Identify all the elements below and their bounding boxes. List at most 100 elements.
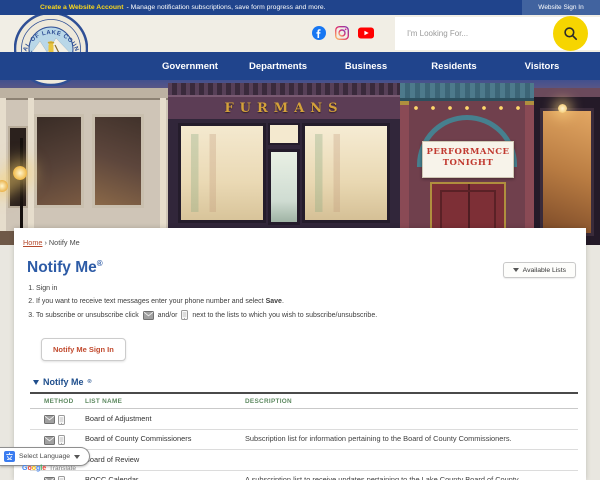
step-2-text: If you want to receive text messages ent… — [36, 298, 266, 306]
column-header-list-name: LIST NAME — [85, 398, 123, 405]
sms-subscribe-icon[interactable] — [58, 435, 65, 445]
email-subscribe-icon[interactable] — [44, 476, 55, 480]
page-title: Notify Me® — [27, 259, 576, 277]
sms-subscribe-icon[interactable] — [58, 414, 65, 425]
nav-departments[interactable]: Departments — [234, 61, 322, 72]
site-search — [395, 16, 600, 51]
email-subscribe-icon[interactable] — [44, 435, 55, 445]
method-cell — [30, 434, 85, 445]
breadcrumb-separator: › — [44, 238, 47, 247]
step-1-text: Sign in — [36, 285, 58, 293]
table-header-row: METHOD LIST NAME DESCRIPTION — [30, 392, 578, 409]
google-translate-attribution: G o o g l e Translate — [22, 465, 76, 472]
content-card: Home › Notify Me Notify Me® Available List… — [14, 228, 586, 480]
subscription-list-table: METHOD LIST NAME DESCRIPTION Board of Ad… — [30, 392, 578, 480]
list-name: Board of County Commissioners — [85, 434, 192, 443]
search-button[interactable] — [553, 16, 588, 51]
list-description: A subscription list to receive updates p… — [245, 475, 519, 480]
table-row: BOCC Calendar A subscription list to rec… — [30, 471, 578, 480]
furmans-sign-text: FURMANS — [224, 100, 344, 116]
website-signin-button[interactable]: Website Sign In — [522, 0, 600, 15]
list-description: Subscription list for information pertai… — [245, 434, 512, 443]
instagram-icon[interactable] — [335, 26, 349, 40]
language-selector[interactable]: Select Language — [0, 447, 91, 466]
page: Create a Website Account - Manage notifi… — [0, 0, 600, 480]
display-window — [34, 114, 84, 208]
email-icon — [142, 310, 154, 320]
list-name: BOCC Calendar — [85, 475, 139, 480]
nav-residents[interactable]: Residents — [410, 61, 498, 72]
utility-bar: Create a Website Account - Manage notifi… — [0, 0, 600, 15]
table-row: Board of Adjustment — [30, 409, 578, 430]
table-row: Board of Review — [30, 450, 578, 471]
hero-photo: FURMANS PERFORMANCE TONIGHT — [0, 80, 600, 245]
save-keyword: Save — [265, 298, 282, 306]
breadcrumb-home-link[interactable]: Home — [23, 238, 42, 247]
list-name: Board of Adjustment — [85, 413, 152, 423]
step-2-period: . — [281, 298, 284, 306]
facebook-icon[interactable] — [312, 26, 326, 40]
youtube-icon[interactable] — [358, 27, 374, 39]
cornice — [400, 83, 534, 101]
available-lists-button[interactable]: Available Lists — [502, 262, 576, 278]
nav-visitors[interactable]: Visitors — [498, 61, 586, 72]
method-cell — [30, 475, 85, 480]
language-selector-label: Select Language — [19, 453, 71, 460]
banner-line1: PERFORMANCE — [426, 147, 510, 157]
notify-me-signin-button[interactable]: Notify Me Sign In — [41, 338, 126, 361]
pilaster — [525, 101, 534, 245]
social-links — [312, 26, 374, 40]
storefront-furmans: FURMANS — [168, 83, 400, 245]
step-3-text-post: next to the lists to which you wish to s… — [190, 312, 378, 319]
storefront-right — [534, 88, 600, 245]
column-header-description: DESCRIPTION — [245, 398, 292, 405]
hanging-bulb — [558, 104, 567, 113]
display-window — [178, 123, 266, 223]
banner-line2: TONIGHT — [442, 158, 494, 168]
door-transom — [268, 123, 300, 145]
utility-tagline: - Manage notification subscriptions, sav… — [126, 4, 326, 11]
step-1: Sign in — [36, 284, 576, 294]
display-window — [92, 114, 144, 208]
pilaster — [400, 101, 409, 245]
notify-me-section-toggle[interactable]: Notify Me ® — [33, 377, 576, 387]
main-nav: Government Departments Business Resident… — [0, 52, 600, 80]
furmans-sign: FURMANS — [168, 95, 400, 119]
available-lists-label: Available Lists — [522, 266, 566, 274]
translate-word: Translate — [49, 465, 77, 472]
site-header: SEAL OF LAKE COUNTY STATE OF COLORADO — [0, 8, 600, 87]
storefront-theater: PERFORMANCE TONIGHT — [400, 83, 534, 245]
breadcrumb-current: Notify Me — [48, 238, 80, 247]
step-3: To subscribe or unsubscribe click and/or… — [36, 310, 576, 321]
display-window — [302, 123, 390, 223]
email-subscribe-icon[interactable] — [44, 415, 55, 424]
pilaster — [0, 98, 6, 231]
pilaster — [160, 98, 166, 231]
search-icon — [564, 27, 578, 41]
sms-subscribe-icon[interactable] — [58, 476, 65, 480]
string-lights — [408, 106, 526, 111]
create-account-link[interactable]: Create a Website Account — [40, 4, 123, 11]
triangle-down-icon — [33, 379, 39, 385]
storefront-left — [0, 88, 168, 245]
phone-icon — [181, 310, 189, 321]
chevron-down-icon — [74, 454, 81, 459]
step-2: If you want to receive text messages ent… — [36, 297, 576, 307]
step-3-text-mid: and/or — [155, 312, 180, 319]
display-window — [540, 108, 594, 236]
street-lamp-light — [13, 166, 27, 180]
translate-icon — [4, 451, 15, 462]
instructions-list: Sign in If you want to receive text mess… — [23, 284, 576, 321]
nav-business[interactable]: Business — [322, 61, 410, 72]
table-row: Board of County Commissioners Subscripti… — [30, 430, 578, 450]
step-3-text-pre: To subscribe or unsubscribe click — [36, 312, 141, 319]
section-title-text: Notify Me — [43, 377, 84, 387]
nav-government[interactable]: Government — [146, 61, 234, 72]
cornice — [168, 83, 400, 95]
page-title-text: Notify Me — [27, 259, 97, 277]
breadcrumb: Home › Notify Me — [20, 238, 576, 247]
storefront-door — [268, 149, 300, 225]
list-name: Board of Review — [85, 454, 140, 464]
performance-banner: PERFORMANCE TONIGHT — [422, 141, 514, 178]
registered-mark: ® — [87, 379, 92, 385]
